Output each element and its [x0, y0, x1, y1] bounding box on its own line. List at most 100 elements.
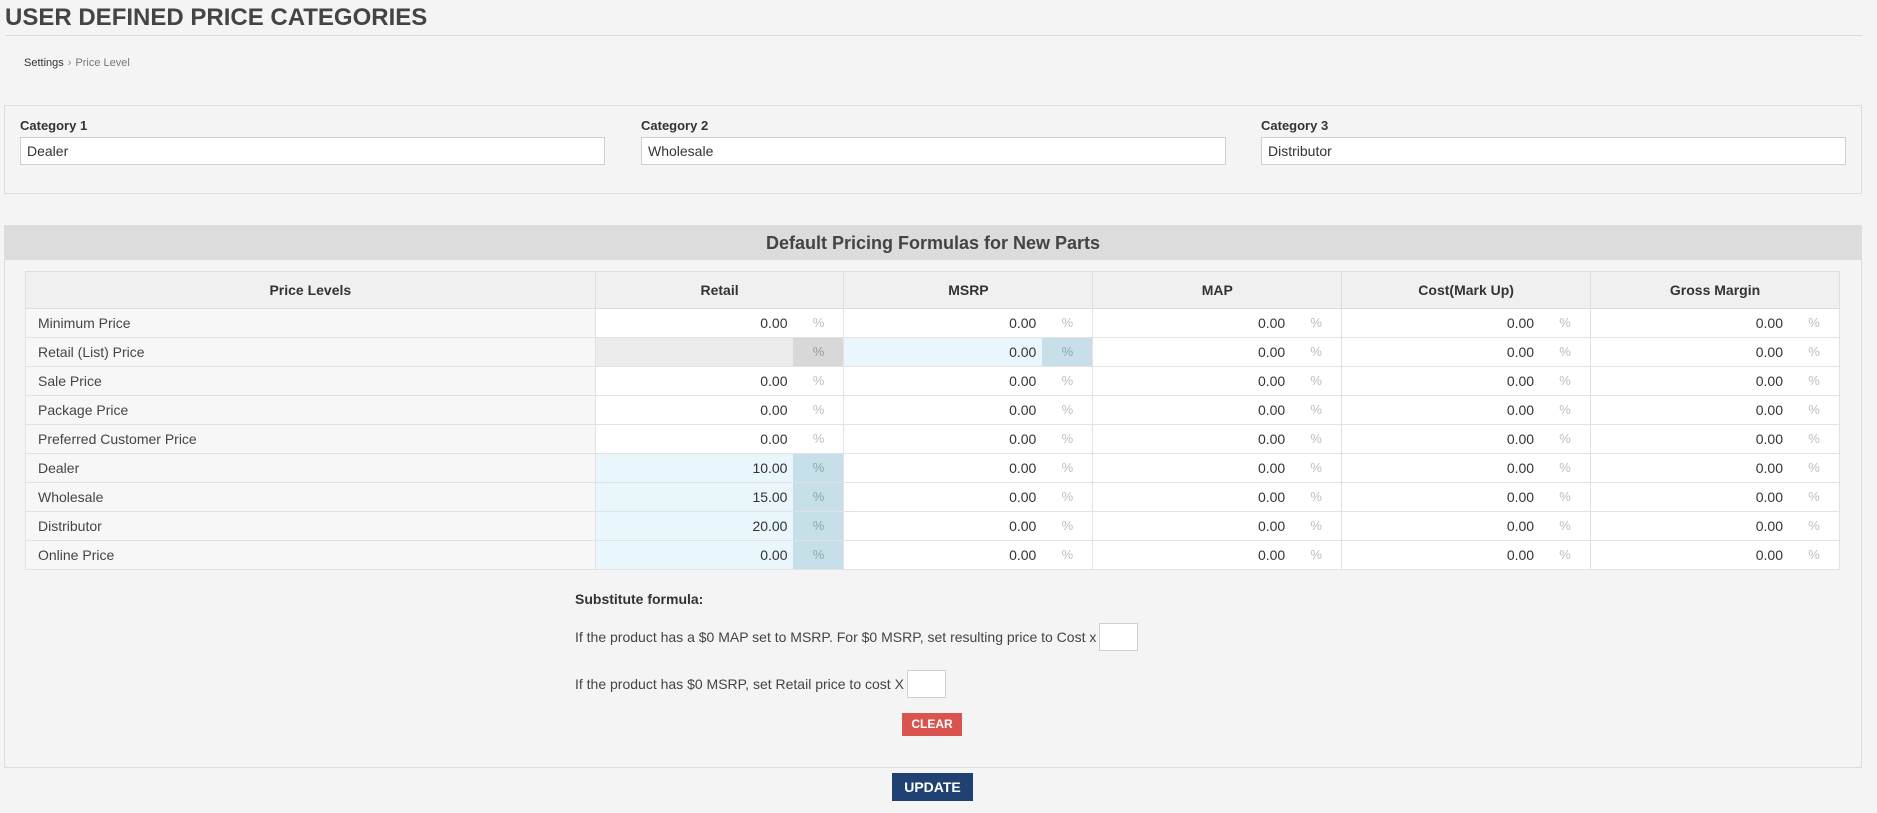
percent-value[interactable]: 0.00: [1591, 338, 1789, 366]
map-percent-input[interactable]: 0.00%: [1093, 309, 1341, 337]
msrp-percent-input[interactable]: 0.00%: [844, 541, 1092, 569]
percent-value[interactable]: 0.00: [596, 425, 794, 453]
percent-value[interactable]: 0.00: [1093, 309, 1291, 337]
percent-value[interactable]: 0.00: [1342, 512, 1540, 540]
retail-percent-input[interactable]: 15.00%: [595, 483, 844, 511]
cost-markup-percent-input[interactable]: 0.00%: [1342, 483, 1590, 511]
percent-value[interactable]: 0.00: [1591, 396, 1789, 424]
msrp-percent-input[interactable]: 0.00%: [844, 367, 1092, 395]
category-3-input[interactable]: [1261, 137, 1846, 165]
percent-value[interactable]: 0.00: [1342, 396, 1540, 424]
percent-value[interactable]: 0.00: [596, 309, 794, 337]
msrp-percent-input[interactable]: 0.00%: [844, 309, 1092, 337]
percent-value[interactable]: 0.00: [1342, 425, 1540, 453]
percent-value[interactable]: 0.00: [844, 338, 1043, 366]
percent-value[interactable]: 0.00: [844, 454, 1042, 482]
percent-value[interactable]: 0.00: [1342, 454, 1540, 482]
gross-margin-percent-input[interactable]: 0.00%: [1591, 309, 1839, 337]
percent-value[interactable]: 0.00: [1591, 367, 1789, 395]
percent-value[interactable]: 0.00: [1591, 309, 1789, 337]
map-cost-multiplier-input[interactable]: [1099, 623, 1139, 651]
retail-percent-input[interactable]: 0.00%: [596, 309, 844, 337]
percent-value[interactable]: 0.00: [1342, 338, 1540, 366]
gross-margin-percent-input[interactable]: 0.00%: [1591, 512, 1839, 540]
msrp-percent-input[interactable]: 0.00%: [844, 483, 1092, 511]
gross-margin-percent-input[interactable]: 0.00%: [1591, 541, 1839, 569]
msrp-cost-multiplier-input[interactable]: [906, 670, 946, 698]
msrp-percent-input[interactable]: 0.00%: [844, 512, 1092, 540]
percent-value[interactable]: [595, 338, 794, 366]
percent-value[interactable]: 0.00: [844, 367, 1042, 395]
gross-margin-percent-input[interactable]: 0.00%: [1591, 396, 1839, 424]
cost-markup-percent-input[interactable]: 0.00%: [1342, 309, 1590, 337]
percent-value[interactable]: 0.00: [1093, 425, 1291, 453]
gross-margin-percent-input[interactable]: 0.00%: [1591, 338, 1839, 366]
percent-value[interactable]: 0.00: [1093, 512, 1291, 540]
map-percent-input[interactable]: 0.00%: [1093, 483, 1341, 511]
cost-markup-percent-input[interactable]: 0.00%: [1342, 512, 1590, 540]
map-percent-input[interactable]: 0.00%: [1093, 367, 1341, 395]
percent-value[interactable]: 0.00: [844, 541, 1042, 569]
cost-markup-percent-input[interactable]: 0.00%: [1342, 367, 1590, 395]
percent-value[interactable]: 0.00: [1093, 338, 1291, 366]
gross-margin-percent-input[interactable]: 0.00%: [1591, 454, 1839, 482]
table-row: Retail (List) Price% 0.00% 0.00% 0.00% 0.00%: [25, 337, 1840, 367]
cost-markup-percent-input[interactable]: 0.00%: [1342, 541, 1590, 569]
percent-value[interactable]: 0.00: [844, 309, 1042, 337]
percent-value[interactable]: 0.00: [1591, 425, 1789, 453]
percent-value[interactable]: 0.00: [595, 541, 794, 569]
retail-percent-input[interactable]: 0.00%: [595, 541, 844, 569]
map-percent-input[interactable]: 0.00%: [1093, 338, 1341, 366]
retail-percent-input[interactable]: 10.00%: [595, 454, 844, 482]
percent-value[interactable]: 0.00: [1093, 483, 1291, 511]
percent-value[interactable]: 0.00: [596, 367, 794, 395]
retail-percent-input[interactable]: 0.00%: [596, 367, 844, 395]
percent-value[interactable]: 20.00: [595, 512, 794, 540]
percent-value[interactable]: 0.00: [1591, 541, 1789, 569]
percent-value[interactable]: 0.00: [1591, 483, 1789, 511]
percent-value[interactable]: 0.00: [844, 396, 1042, 424]
percent-value[interactable]: 10.00: [595, 454, 794, 482]
gross-margin-percent-input[interactable]: 0.00%: [1591, 483, 1839, 511]
percent-value[interactable]: 0.00: [1093, 454, 1291, 482]
gross-margin-percent-input[interactable]: 0.00%: [1591, 367, 1839, 395]
retail-percent-input[interactable]: 0.00%: [596, 396, 844, 424]
percent-value[interactable]: 0.00: [596, 396, 794, 424]
breadcrumb-settings-link[interactable]: Settings: [24, 57, 64, 69]
msrp-percent-input[interactable]: 0.00%: [844, 454, 1092, 482]
cost-markup-percent-input[interactable]: 0.00%: [1342, 454, 1590, 482]
percent-value[interactable]: 0.00: [844, 483, 1042, 511]
msrp-percent-input[interactable]: 0.00%: [844, 396, 1092, 424]
clear-button[interactable]: CLEAR: [902, 713, 962, 736]
cost-markup-percent-input[interactable]: 0.00%: [1342, 338, 1590, 366]
percent-value[interactable]: 0.00: [1342, 483, 1540, 511]
percent-icon: %: [1042, 338, 1093, 366]
percent-value[interactable]: 15.00: [595, 483, 794, 511]
map-percent-input[interactable]: 0.00%: [1093, 541, 1341, 569]
gross-margin-percent-input[interactable]: 0.00%: [1591, 425, 1839, 453]
percent-value[interactable]: 0.00: [1591, 454, 1789, 482]
cost-markup-percent-input[interactable]: 0.00%: [1342, 425, 1590, 453]
map-percent-input[interactable]: 0.00%: [1093, 512, 1341, 540]
category-1-input[interactable]: [20, 137, 605, 165]
update-button[interactable]: UPDATE: [892, 773, 973, 801]
percent-icon: %: [793, 454, 844, 482]
percent-value[interactable]: 0.00: [844, 512, 1042, 540]
percent-value[interactable]: 0.00: [1591, 512, 1789, 540]
percent-value[interactable]: 0.00: [1093, 396, 1291, 424]
percent-value[interactable]: 0.00: [1342, 541, 1540, 569]
percent-value[interactable]: 0.00: [1093, 541, 1291, 569]
percent-value[interactable]: 0.00: [1342, 367, 1540, 395]
percent-value[interactable]: 0.00: [844, 425, 1042, 453]
percent-value[interactable]: 0.00: [1342, 309, 1540, 337]
category-2-input[interactable]: [641, 137, 1226, 165]
map-percent-input[interactable]: 0.00%: [1093, 425, 1341, 453]
retail-percent-input[interactable]: 20.00%: [595, 512, 844, 540]
retail-percent-input[interactable]: 0.00%: [596, 425, 844, 453]
msrp-percent-input[interactable]: 0.00%: [844, 338, 1093, 366]
map-percent-input[interactable]: 0.00%: [1093, 396, 1341, 424]
cost-markup-percent-input[interactable]: 0.00%: [1342, 396, 1590, 424]
percent-value[interactable]: 0.00: [1093, 367, 1291, 395]
map-percent-input[interactable]: 0.00%: [1093, 454, 1341, 482]
msrp-percent-input[interactable]: 0.00%: [844, 425, 1092, 453]
